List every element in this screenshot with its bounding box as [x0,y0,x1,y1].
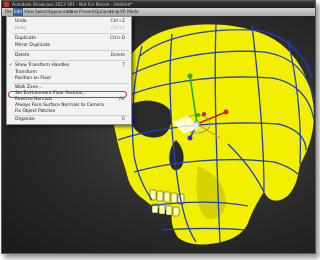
app-window: Autodesk Showcase 2013 SP1 - Not For Res… [1,0,316,254]
menu-separator [13,50,129,51]
menu-item-label: Position on Floor [15,76,52,81]
menu-item-mirror-duplicate[interactable]: Mirror Duplicate [7,43,131,49]
menu-item-shortcut: Ctrl+Y [110,26,125,31]
menu-bar: File Edit View Select Appearance Ideas P… [2,8,315,16]
menu-item-label: Redo [15,26,27,31]
menu-item-organize[interactable]: Organize O [7,117,131,123]
edit-menu-dropdown: Undo Ctrl+Z Redo Ctrl+Y Duplicate Ctrl+D… [6,16,132,125]
menu-item-label: Duplicate [15,36,36,41]
title-bar: Autodesk Showcase 2013 SP1 - Not For Res… [2,1,315,8]
menu-separator [13,83,129,84]
menu-item-shortcut: Ctrl+D [110,36,125,41]
menu-item-label: Undo [15,19,27,24]
menu-item-label: Show Transform Handles [15,63,70,68]
menu-item-duplicate[interactable]: Duplicate Ctrl+D [7,36,131,42]
menu-item-position-on-floor[interactable]: Position on Floor [7,76,131,82]
menu-item-shortcut: O [121,117,125,122]
menu-item-shortcut: Delete [110,53,125,58]
menu-item-label: Mirror Duplicate [15,43,51,48]
menu-edit[interactable]: Edit [13,8,24,16]
menu-item-show-transform-handles[interactable]: ✓ Show Transform Handles T [7,63,131,69]
menu-separator [13,115,129,116]
menu-item-redo[interactable]: Redo Ctrl+Y [7,26,131,32]
checkmark-icon: ✓ [9,63,13,68]
menu-xr-mode[interactable]: XR Mode [119,8,140,16]
menu-item-delete[interactable]: Delete Delete [7,53,131,59]
menu-item-undo[interactable]: Undo Ctrl+Z [7,19,131,25]
menu-item-shortcut: T [122,63,125,68]
menu-separator [13,33,129,34]
menu-item-label: Organize [15,117,35,122]
menu-file[interactable]: File [4,8,13,16]
menu-separator [13,60,129,61]
window-title: Autodesk Showcase 2013 SP1 - Not For Res… [12,2,133,7]
menu-item-label: Delete [15,53,30,58]
app-logo-icon [4,2,9,7]
menu-item-shortcut: Ctrl+Z [110,19,126,24]
